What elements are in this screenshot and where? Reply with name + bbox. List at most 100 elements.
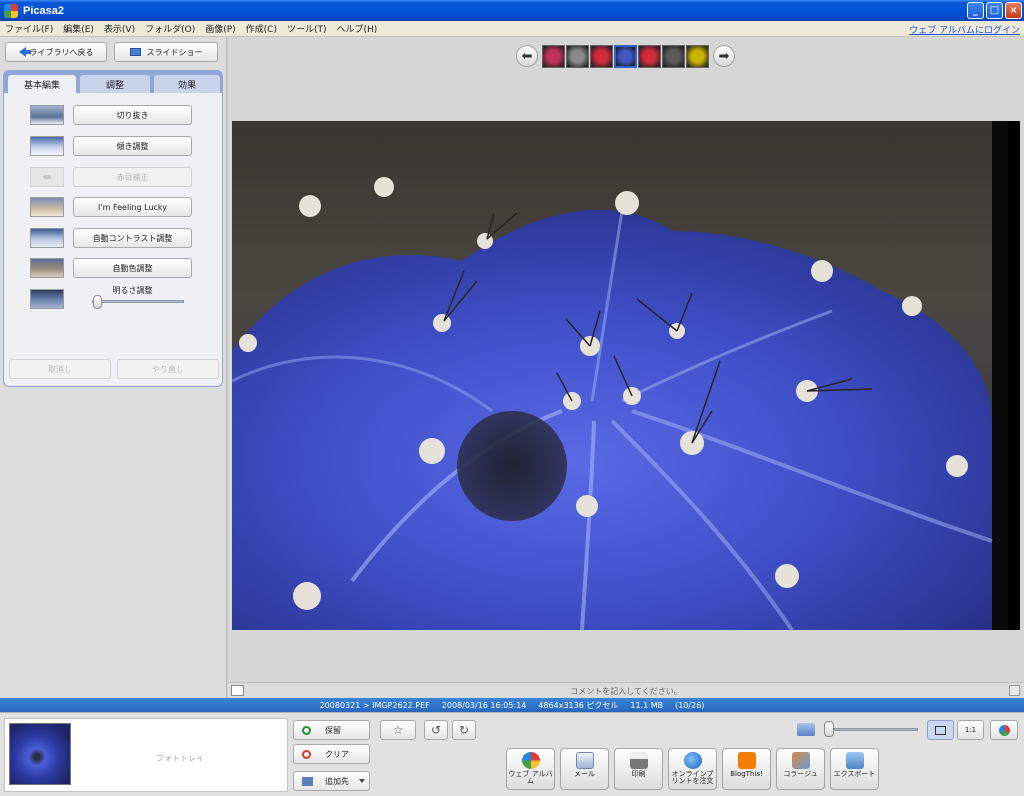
caption-bar: コメントを記入してください。 <box>228 682 1024 698</box>
auto-color-thumbnail <box>30 258 64 278</box>
hold-label: 保留 <box>325 725 341 735</box>
menu-folder[interactable]: フォルダ(O) <box>140 22 200 35</box>
tray-photo-thumbnail[interactable] <box>9 723 71 785</box>
auto-contrast-button[interactable]: 自動コントラスト調整 <box>73 228 192 248</box>
undo-button[interactable]: 取消し <box>9 359 111 379</box>
filmstrip-thumb[interactable] <box>662 44 685 68</box>
clear-button[interactable]: クリア <box>293 744 370 764</box>
collage-button[interactable]: コラージュ <box>776 748 825 790</box>
fit-window-icon <box>935 725 946 735</box>
redo-button[interactable]: やり直し <box>117 359 219 379</box>
photo-tray-label: フォトトレイ <box>156 754 204 763</box>
straighten-thumbnail <box>30 136 64 156</box>
actual-size-button[interactable]: 1:1 <box>957 720 984 740</box>
crop-button[interactable]: 切り抜き <box>73 105 192 125</box>
feeling-lucky-button[interactable]: I'm Feeling Lucky <box>73 197 192 217</box>
add-to-button[interactable]: 追加先 <box>293 771 370 791</box>
photo-viewer: ⬅ ➡ コメントを記入してください。 <box>228 37 1024 698</box>
caption-done-icon[interactable] <box>1009 685 1020 696</box>
fill-light-thumbnail <box>30 289 64 309</box>
blogthis-button[interactable]: BlogThis! <box>722 748 771 790</box>
filmstrip-thumb[interactable] <box>566 44 589 68</box>
cactus-photo-image <box>232 121 1020 630</box>
collage-label: コラージュ <box>783 770 818 778</box>
export-icon <box>845 752 864 769</box>
printer-icon <box>629 752 648 769</box>
slideshow-label: スライドショー <box>146 47 203 57</box>
straighten-button[interactable]: 傾き調整 <box>73 136 192 156</box>
rotate-left-button[interactable]: ↺ <box>424 720 448 740</box>
bottom-toolbar: フォトトレイ 保留 クリア 追加先 ☆ ↺ ↻ ウェブ アルバム メール 印刷 … <box>0 712 1024 796</box>
menu-create[interactable]: 作成(C) <box>241 22 282 35</box>
filmstrip-thumb[interactable] <box>638 44 661 68</box>
web-album-label: ウェブ アルバム <box>508 770 553 785</box>
menu-picture[interactable]: 画像(P) <box>200 22 240 35</box>
menu-file[interactable]: ファイル(F) <box>0 22 58 35</box>
redeye-thumbnail <box>30 167 64 187</box>
window-title: Picasa2 <box>23 4 64 17</box>
zoom-slider[interactable] <box>824 728 918 731</box>
filmstrip-thumb[interactable] <box>542 44 565 68</box>
main-photo[interactable] <box>232 121 1020 630</box>
fill-light-slider-knob[interactable] <box>92 295 102 309</box>
menu-edit[interactable]: 編集(E) <box>58 22 99 35</box>
edit-tools-panel: 基本編集 調整 効果 切り抜き 傾き調整 赤目補正 I'm Feeling Lu… <box>3 70 223 387</box>
export-label: エクスポート <box>833 770 876 778</box>
rotate-right-button[interactable]: ↻ <box>452 720 476 740</box>
order-prints-button[interactable]: オンラインプリントを注文 <box>668 748 717 790</box>
photo-position: (10/26) <box>675 700 705 710</box>
fit-to-window-button[interactable] <box>927 720 954 740</box>
fill-light-slider[interactable] <box>92 300 184 303</box>
export-button[interactable]: エクスポート <box>830 748 879 790</box>
next-photo-button[interactable]: ➡ <box>713 45 735 67</box>
auto-color-button[interactable]: 自動色調整 <box>73 258 192 278</box>
menu-help[interactable]: ヘルプ(H) <box>332 22 383 35</box>
mail-icon <box>575 752 594 769</box>
menu-view[interactable]: 表示(V) <box>99 22 140 35</box>
edit-sidebar: ライブラリへ戻る スライドショー 基本編集 調整 効果 切り抜き 傾き調整 赤目… <box>0 37 227 698</box>
crop-thumbnail <box>30 105 64 125</box>
chevron-down-icon <box>359 779 365 783</box>
compare-button[interactable] <box>990 720 1018 740</box>
filmstrip-thumb[interactable] <box>614 44 637 68</box>
web-album-login-link[interactable]: ウェブ アルバムにログイン <box>909 23 1020 36</box>
email-label: メール <box>574 770 595 778</box>
edit-tabs: 基本編集 調整 効果 <box>4 71 222 93</box>
feeling-lucky-thumbnail <box>30 197 64 217</box>
slideshow-button[interactable]: スライドショー <box>114 42 218 62</box>
back-to-library-label: ライブラリへ戻る <box>29 47 94 57</box>
web-album-icon <box>521 752 540 769</box>
filmstrip: ⬅ ➡ <box>513 43 738 69</box>
close-button[interactable]: × <box>1005 2 1022 19</box>
maximize-button[interactable]: □ <box>986 2 1003 19</box>
menu-tools[interactable]: ツール(T) <box>282 22 332 35</box>
back-to-library-button[interactable]: ライブラリへ戻る <box>5 42 107 62</box>
order-prints-label: オンラインプリントを注文 <box>671 770 714 785</box>
photo-filesize: 11.1 MB <box>630 700 664 710</box>
tab-effects[interactable]: 効果 <box>153 74 221 93</box>
tab-tuning[interactable]: 調整 <box>79 74 151 93</box>
redeye-button[interactable]: 赤目補正 <box>73 167 192 187</box>
back-arrow-icon <box>18 47 31 57</box>
hold-button[interactable]: 保留 <box>293 720 370 740</box>
filmstrip-thumb[interactable] <box>686 44 709 68</box>
zoom-slider-knob[interactable] <box>823 721 834 737</box>
print-button[interactable]: 印刷 <box>614 748 663 790</box>
window-controls: _ □ × <box>967 2 1022 19</box>
minimize-button[interactable]: _ <box>967 2 984 19</box>
slideshow-icon <box>129 48 141 56</box>
auto-contrast-thumbnail <box>30 228 64 248</box>
star-button[interactable]: ☆ <box>380 720 416 740</box>
folder-icon <box>302 776 313 786</box>
photo-datetime: 2008/03/16 16:05:14 <box>441 700 527 710</box>
folder-path: 20080321 > IMGP2622.PEF <box>319 700 430 710</box>
caption-input[interactable]: コメントを記入してください。 <box>228 686 1024 697</box>
previous-photo-button[interactable]: ⬅ <box>516 45 538 67</box>
photo-dimensions: 4864x3136 ピクセル <box>538 700 619 710</box>
email-button[interactable]: メール <box>560 748 609 790</box>
globe-icon <box>683 752 702 769</box>
tab-basic-fixes[interactable]: 基本編集 <box>7 74 77 93</box>
filmstrip-thumb[interactable] <box>590 44 613 68</box>
blogthis-label: BlogThis! <box>730 770 763 778</box>
web-album-button[interactable]: ウェブ アルバム <box>506 748 555 790</box>
